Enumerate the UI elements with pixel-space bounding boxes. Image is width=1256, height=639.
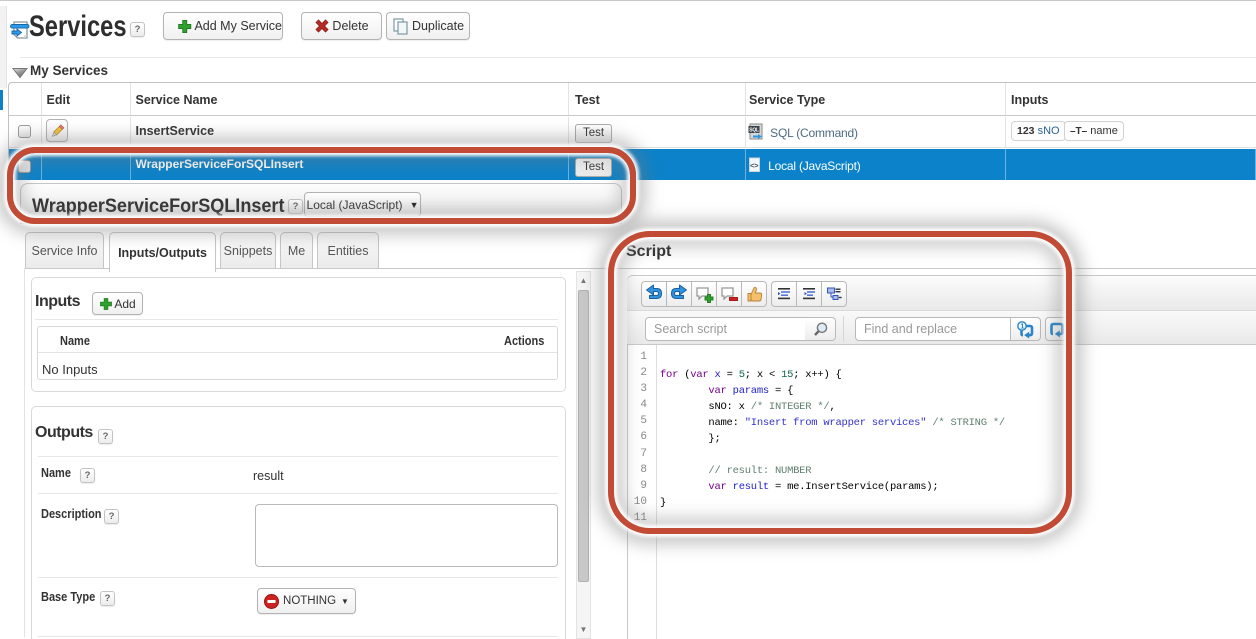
svg-text:SQL: SQL bbox=[749, 128, 759, 134]
svg-text:<>: <> bbox=[750, 161, 759, 170]
